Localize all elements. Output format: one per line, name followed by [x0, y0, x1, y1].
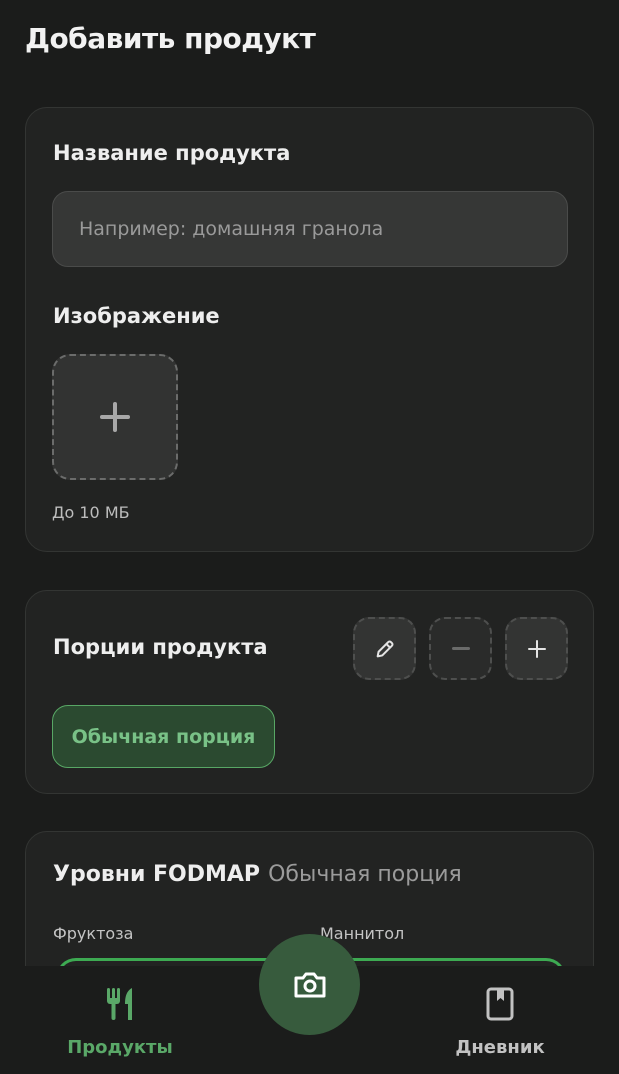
product-info-card: Название продукта Например: домашняя гра…: [25, 107, 594, 552]
nav-label-products: Продукты: [67, 1037, 173, 1058]
fodmap-portion: Обычная порция: [268, 862, 462, 887]
page-title: Добавить продукт: [25, 22, 316, 55]
portion-chip[interactable]: Обычная порция: [52, 705, 275, 768]
portions-label: Порции продукта: [53, 635, 268, 659]
nav-item-diary[interactable]: Дневник: [410, 966, 590, 1074]
camera-button[interactable]: [259, 934, 360, 1035]
product-name-label: Название продукта: [53, 141, 291, 165]
edit-portion-button[interactable]: [353, 617, 416, 680]
pencil-icon: [376, 640, 393, 657]
remove-portion-button[interactable]: [429, 617, 492, 680]
fodmap-title: Уровни FODMAP Обычная порция: [53, 862, 462, 887]
minus-icon: [451, 647, 470, 650]
add-portion-button[interactable]: [505, 617, 568, 680]
portions-card: Порции продукта Обычная порция: [25, 590, 594, 794]
image-upload-button[interactable]: [52, 354, 178, 480]
product-name-input[interactable]: Например: домашняя гранола: [52, 191, 568, 267]
image-size-hint: До 10 МБ: [52, 503, 130, 522]
nutrient-fructose-label: Фруктоза: [53, 924, 134, 943]
camera-icon: [294, 972, 325, 997]
product-name-placeholder: Например: домашняя гранола: [79, 218, 384, 240]
plus-icon: [527, 639, 546, 658]
book-icon: [486, 987, 514, 1021]
utensils-icon: [107, 988, 132, 1020]
fodmap-title-main: Уровни FODMAP: [53, 862, 261, 887]
nav-item-products[interactable]: Продукты: [30, 966, 210, 1074]
nav-label-diary: Дневник: [455, 1037, 545, 1058]
plus-icon: [100, 402, 130, 432]
image-label: Изображение: [53, 304, 220, 328]
